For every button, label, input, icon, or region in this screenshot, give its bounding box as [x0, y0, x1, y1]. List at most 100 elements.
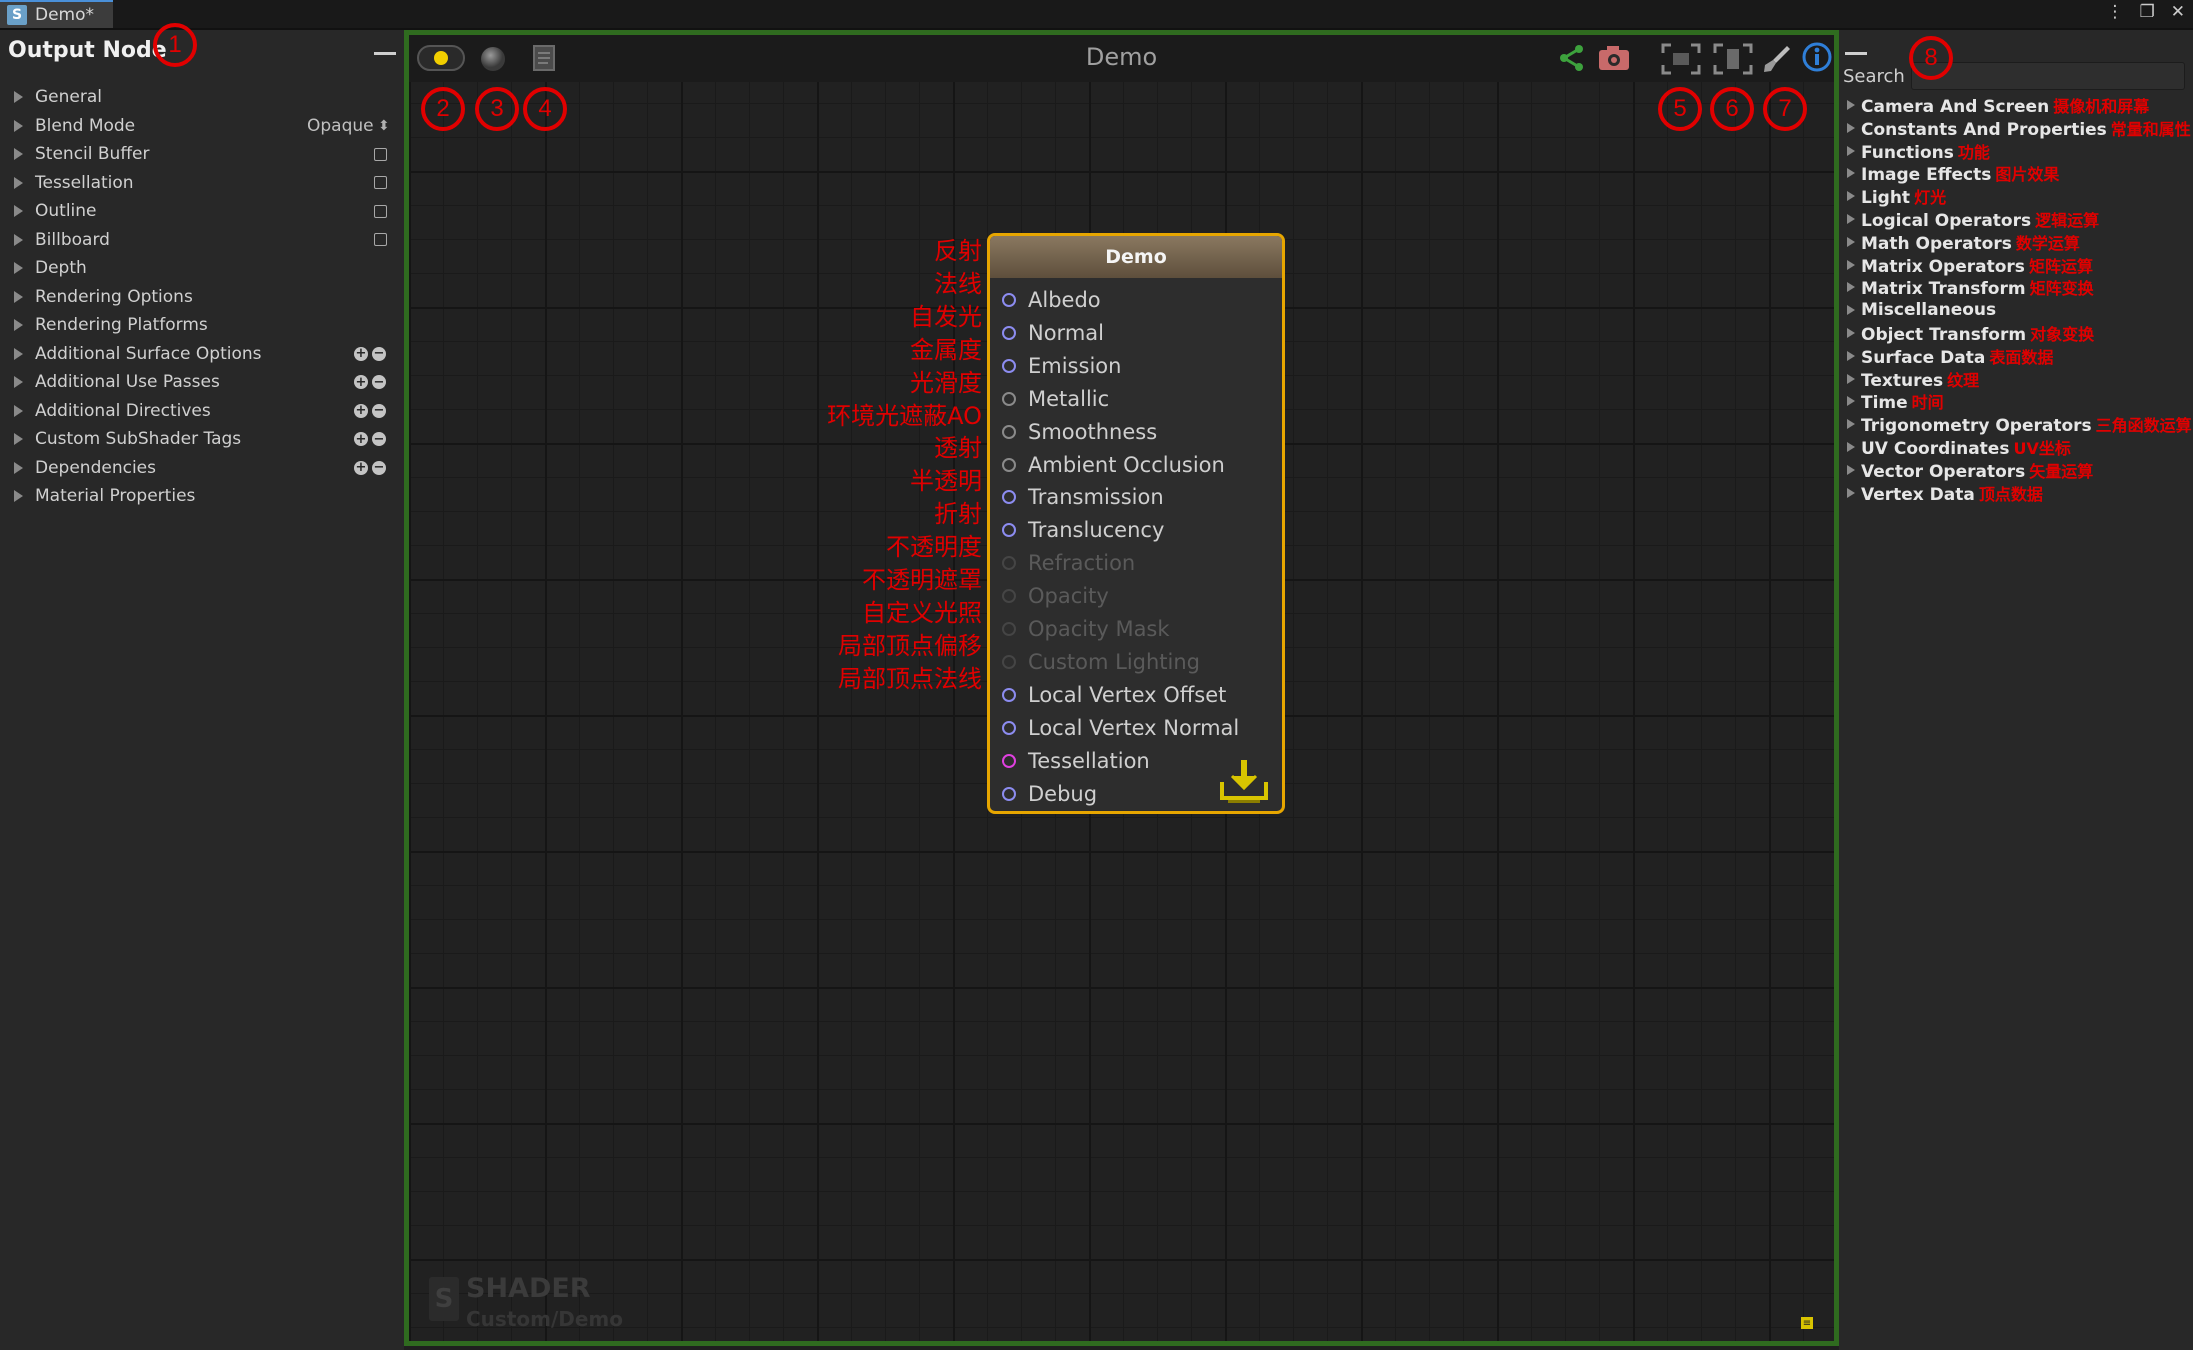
- palette-category-vertex-data[interactable]: Vertex Data 顶点数据: [1839, 482, 2193, 505]
- share-icon[interactable]: [1557, 43, 1587, 73]
- minus-icon[interactable]: −: [372, 460, 386, 475]
- graph-canvas[interactable]: Demo 2 3 4 5 6 7 反射 法线 自发光 金属度 光滑度 环境光遮蔽…: [404, 30, 1839, 1346]
- enable-checkbox[interactable]: [374, 233, 387, 246]
- expand-arrow-icon[interactable]: [14, 461, 23, 474]
- port-connector-icon[interactable]: [1002, 720, 1016, 735]
- expand-arrow-icon[interactable]: [1847, 305, 1855, 316]
- palette-category-math-operators[interactable]: Math Operators 数学运算: [1839, 231, 2193, 254]
- plus-icon[interactable]: +: [354, 375, 368, 389]
- expand-arrow-icon[interactable]: [14, 347, 23, 360]
- preview-sphere-icon[interactable]: [479, 45, 507, 73]
- port-connector-icon[interactable]: [1002, 523, 1016, 538]
- expand-arrow-icon[interactable]: [14, 91, 23, 103]
- enable-checkbox[interactable]: [374, 204, 387, 218]
- port-connector-icon[interactable]: [1002, 325, 1016, 340]
- expand-arrow-icon[interactable]: [1847, 122, 1855, 133]
- enable-checkbox[interactable]: [374, 176, 387, 189]
- foldout-rendering-platforms[interactable]: Rendering Platforms: [0, 311, 404, 339]
- foldout-material-properties[interactable]: Material Properties: [0, 482, 404, 510]
- palette-category-surface-data[interactable]: Surface Data 表面数据: [1839, 345, 2193, 368]
- expand-arrow-icon[interactable]: [1847, 487, 1855, 498]
- output-node[interactable]: Demo Albedo Normal Emission Metallic Smoothn…: [987, 233, 1285, 814]
- foldout-additional-use-passes[interactable]: Additional Use Passes + −: [0, 368, 404, 396]
- expand-arrow-icon[interactable]: [14, 262, 23, 274]
- expand-arrow-icon[interactable]: [1847, 464, 1855, 475]
- minus-icon[interactable]: −: [372, 346, 386, 361]
- input-port-tessellation[interactable]: Tessellation: [1002, 746, 1150, 776]
- expand-arrow-icon[interactable]: [1847, 168, 1855, 179]
- live-preview-icon[interactable]: [417, 45, 465, 71]
- port-connector-icon[interactable]: [1002, 293, 1016, 307]
- expand-arrow-icon[interactable]: [1847, 282, 1855, 293]
- input-port-custom-lighting[interactable]: Custom Lighting: [1002, 647, 1200, 677]
- input-port-debug[interactable]: Debug: [1002, 779, 1097, 809]
- focus-selected-icon[interactable]: [1661, 43, 1701, 75]
- foldout-tessellation[interactable]: Tessellation: [0, 169, 404, 197]
- search-input[interactable]: [1911, 62, 2185, 90]
- plus-icon[interactable]: +: [354, 403, 368, 418]
- input-port-opacity[interactable]: Opacity: [1002, 581, 1109, 611]
- input-port-local-vertex-offset[interactable]: Local Vertex Offset: [1002, 680, 1226, 710]
- input-port-transmission[interactable]: Transmission: [1002, 482, 1164, 512]
- expand-arrow-icon[interactable]: [14, 233, 23, 246]
- input-port-normal[interactable]: Normal: [1002, 318, 1104, 348]
- collapse-panel-button[interactable]: [374, 52, 396, 55]
- plus-icon[interactable]: +: [354, 460, 368, 475]
- expand-arrow-icon[interactable]: [14, 319, 23, 331]
- input-port-local-vertex-normal[interactable]: Local Vertex Normal: [1002, 713, 1239, 743]
- palette-category-miscellaneous[interactable]: Miscellaneous: [1839, 299, 2193, 321]
- expand-arrow-icon[interactable]: [14, 404, 23, 417]
- expand-arrow-icon[interactable]: [14, 119, 23, 132]
- tab-demo[interactable]: S Demo*: [0, 0, 113, 28]
- palette-category-uv-coordinates[interactable]: UV Coordinates UV坐标: [1839, 436, 2193, 459]
- shader-file-icon[interactable]: [531, 43, 557, 73]
- expand-arrow-icon[interactable]: [1847, 373, 1855, 384]
- collapse-palette-button[interactable]: [1845, 52, 1867, 55]
- expand-arrow-icon[interactable]: [14, 205, 23, 217]
- expand-arrow-icon[interactable]: [14, 376, 23, 388]
- plus-icon[interactable]: +: [354, 432, 368, 446]
- foldout-rendering-options[interactable]: Rendering Options: [0, 283, 404, 311]
- palette-category-matrix-operators[interactable]: Matrix Operators 矩阵运算: [1839, 254, 2193, 277]
- port-connector-icon[interactable]: [1002, 654, 1016, 669]
- port-connector-icon[interactable]: [1002, 786, 1016, 801]
- maximize-icon[interactable]: ❐: [2140, 2, 2155, 22]
- foldout-additional-surface-options[interactable]: Additional Surface Options + −: [0, 340, 404, 368]
- foldout-blend-mode[interactable]: Blend Mode Opaque ⬍: [0, 112, 404, 140]
- port-connector-icon[interactable]: [1002, 391, 1016, 406]
- input-port-ambient-occlusion[interactable]: Ambient Occlusion: [1002, 450, 1225, 480]
- enable-checkbox[interactable]: [374, 147, 387, 161]
- expand-arrow-icon[interactable]: [1847, 396, 1855, 407]
- foldout-additional-directives[interactable]: Additional Directives + −: [0, 397, 404, 425]
- palette-category-light[interactable]: Light 灯光: [1839, 185, 2193, 208]
- input-port-refraction[interactable]: Refraction: [1002, 548, 1135, 578]
- focus-all-icon[interactable]: [1713, 43, 1753, 75]
- port-connector-icon[interactable]: [1002, 753, 1016, 768]
- info-icon[interactable]: [1801, 41, 1833, 73]
- close-icon[interactable]: ✕: [2171, 2, 2185, 22]
- palette-category-trigonometry-operators[interactable]: Trigonometry Operators 三角函数运算: [1839, 413, 2193, 436]
- expand-arrow-icon[interactable]: [14, 290, 23, 303]
- palette-category-constants-and-properties[interactable]: Constants And Properties 常量和属性: [1839, 117, 2193, 140]
- console-toggle-icon[interactable]: ≡: [1801, 1317, 1813, 1329]
- port-connector-icon[interactable]: [1002, 490, 1016, 505]
- expand-arrow-icon[interactable]: [1847, 100, 1855, 110]
- port-connector-icon[interactable]: [1002, 687, 1016, 702]
- port-connector-icon[interactable]: [1002, 358, 1016, 373]
- expand-arrow-icon[interactable]: [1847, 442, 1855, 452]
- foldout-stencil-buffer[interactable]: Stencil Buffer: [0, 140, 404, 168]
- palette-category-object-transform[interactable]: Object Transform 对象变换: [1839, 322, 2193, 345]
- port-connector-icon[interactable]: [1002, 424, 1016, 439]
- port-connector-icon[interactable]: [1002, 457, 1016, 472]
- port-connector-icon[interactable]: [1002, 556, 1016, 571]
- palette-category-functions[interactable]: Functions 功能: [1839, 140, 2193, 163]
- cleanup-brush-icon[interactable]: [1761, 43, 1793, 75]
- input-port-opacity-mask[interactable]: Opacity Mask: [1002, 614, 1170, 644]
- minus-icon[interactable]: −: [372, 375, 386, 389]
- expand-arrow-icon[interactable]: [1847, 145, 1855, 156]
- port-connector-icon[interactable]: [1002, 589, 1016, 604]
- foldout-general[interactable]: General: [0, 83, 404, 111]
- window-menu-icon[interactable]: ⋮: [2107, 2, 2124, 22]
- expand-arrow-icon[interactable]: [1847, 214, 1855, 224]
- foldout-custom-subshader-tags[interactable]: Custom SubShader Tags + −: [0, 425, 404, 453]
